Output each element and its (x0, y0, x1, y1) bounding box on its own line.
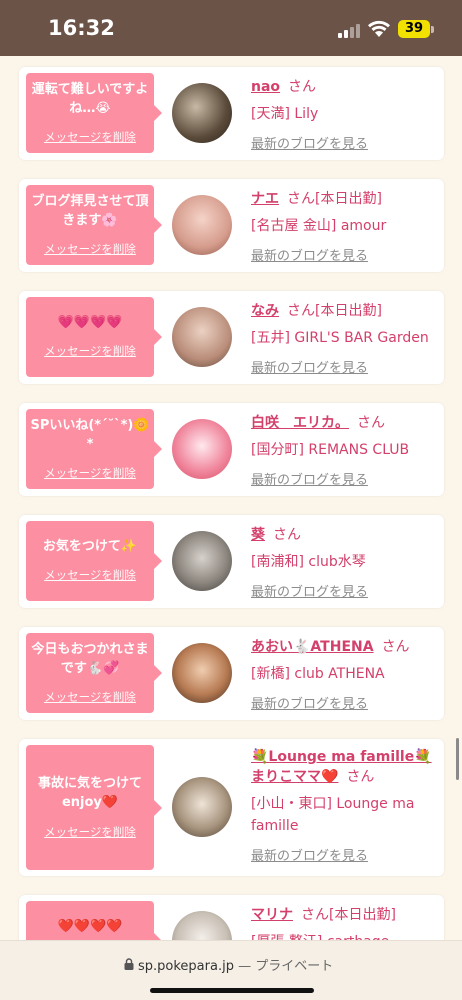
avatar[interactable] (172, 531, 232, 591)
delete-message-link[interactable]: メッセージを削除 (26, 567, 154, 583)
home-indicator[interactable] (150, 988, 314, 993)
browser-url-bar[interactable]: sp.pokepara.jp — プライベート (0, 940, 462, 1000)
message-bubble: ❤️❤️❤️❤️ メッセージを削除 (26, 901, 162, 940)
scrollbar[interactable] (456, 738, 459, 780)
message-bubble: 💗💗💗💗 メッセージを削除 (26, 297, 162, 377)
latest-blog-link[interactable]: 最新のブログを見る (251, 693, 441, 712)
shop-name: [五井] GIRL'S BAR Garden (251, 330, 429, 346)
profile-info: 葵さん [南浦和] club水琴 最新のブログを見る (251, 525, 441, 600)
shop-name: [厚張 整江] carthage (251, 931, 441, 940)
shop-name: [天満] Lily (251, 106, 319, 122)
profile-name-link[interactable]: 白咲 エリカ。 (251, 415, 349, 431)
delete-message-link[interactable]: メッセージを削除 (26, 241, 154, 257)
message-text: SPいいね(*´˘`*)🌼* (30, 418, 150, 452)
honorific: さん (287, 191, 315, 207)
url-text: sp.pokepara.jp — プライベート (138, 955, 333, 974)
shop-name: [国分町] REMANS CLUB (251, 442, 410, 458)
delete-message-link[interactable]: メッセージを削除 (26, 824, 154, 840)
message-bubble: 事故に気をつけてenjoy❤️ メッセージを削除 (26, 745, 162, 870)
avatar[interactable] (172, 307, 232, 367)
avatar[interactable] (172, 419, 232, 479)
private-mode-label: — プライベート (238, 959, 334, 974)
avatar[interactable] (172, 195, 232, 255)
profile-name-link[interactable]: nao (251, 79, 280, 95)
latest-blog-link[interactable]: 最新のブログを見る (251, 581, 441, 600)
message-card: 運転て難しいですよね…😭 メッセージを削除 nao さん [天満] Lily 最新… (19, 67, 444, 160)
message-text: 運転て難しいですよね…😭 (31, 82, 149, 116)
profile-info: ナエ さん[本日出勤] [名古屋 金山] amour 最新のブログを見る (251, 189, 441, 264)
message-bubble: SPいいね(*´˘`*)🌼* メッセージを削除 (26, 409, 162, 489)
shop-name: [南浦和] club水琴 (251, 554, 366, 570)
clock: 16:32 (48, 16, 115, 40)
avatar[interactable] (172, 83, 232, 143)
delete-message-link[interactable]: メッセージを削除 (26, 465, 154, 481)
profile-info: 白咲 エリカ。 さん [国分町] REMANS CLUB 最新のブログを見る (251, 413, 441, 488)
message-bubble: 運転て難しいですよね…😭 メッセージを削除 (26, 73, 162, 153)
honorific: さん (301, 907, 329, 923)
message-text: 今日もおつかれさまです🐇💞 (31, 642, 149, 676)
battery-tip (431, 26, 434, 33)
message-text: ブログ拝見させて頂きます🌸 (31, 194, 149, 228)
profile-info: あおい🐇ATHENA さん [新橋] club ATHENA 最新のブログを見る (251, 637, 441, 712)
wifi-icon (368, 20, 390, 37)
battery-icon: 39 (398, 20, 430, 38)
latest-blog-link[interactable]: 最新のブログを見る (251, 469, 441, 488)
url-domain: sp.pokepara.jp (138, 959, 234, 974)
attendance-badge: [本日出勤] (315, 191, 382, 207)
profile-name-link[interactable]: なみ (251, 303, 279, 319)
honorific: さん (288, 79, 317, 95)
avatar[interactable] (172, 777, 232, 837)
message-card: 事故に気をつけてenjoy❤️ メッセージを削除 💐Lounge ma fami… (19, 739, 444, 876)
delete-message-link[interactable]: メッセージを削除 (26, 343, 154, 359)
honorific: さん (273, 527, 301, 543)
profile-name-link[interactable]: マリナ (251, 907, 293, 923)
message-list[interactable]: 運転て難しいですよね…😭 メッセージを削除 nao さん [天満] Lily 最新… (0, 56, 462, 940)
message-card: お気をつけて✨ メッセージを削除 葵さん [南浦和] club水琴 最新のブログ… (19, 515, 444, 608)
profile-name-link[interactable]: 💐Lounge ma famille💐まりこママ❤️ (251, 749, 432, 785)
shop-name: [小山・東口] Lounge ma famille (251, 796, 415, 834)
latest-blog-link[interactable]: 最新のブログを見る (251, 845, 441, 864)
profile-name-link[interactable]: ナエ (251, 191, 279, 207)
message-card: ブログ拝見させて頂きます🌸 メッセージを削除 ナエ さん[本日出勤] [名古屋 金… (19, 179, 444, 272)
honorific: さん (346, 769, 375, 785)
profile-name-link[interactable]: あおい🐇ATHENA (251, 639, 374, 655)
latest-blog-link[interactable]: 最新のブログを見る (251, 357, 441, 376)
attendance-badge: [本日出勤] (329, 907, 396, 923)
honorific: さん (357, 415, 385, 431)
message-text: 事故に気をつけてenjoy❤️ (37, 776, 142, 810)
profile-info: 💐Lounge ma famille💐まりこママ❤️ さん [小山・東口] Lou… (251, 747, 441, 864)
delete-message-link[interactable]: メッセージを削除 (26, 129, 154, 145)
latest-blog-link[interactable]: 最新のブログを見る (251, 133, 441, 152)
profile-info: マリナさん[本日出勤] [厚張 整江] carthage 最新のブログを見る (251, 905, 441, 940)
attendance-badge: [本日出勤] (315, 303, 382, 319)
message-card: 今日もおつかれさまです🐇💞 メッセージを削除 あおい🐇ATHENA さん [新橋]… (19, 627, 444, 720)
message-bubble: ブログ拝見させて頂きます🌸 メッセージを削除 (26, 185, 162, 265)
lock-icon (124, 958, 134, 970)
avatar[interactable] (172, 643, 232, 703)
message-card: ❤️❤️❤️❤️ メッセージを削除 マリナさん[本日出勤] [厚張 整江] ca… (19, 895, 444, 940)
message-card: SPいいね(*´˘`*)🌼* メッセージを削除 白咲 エリカ。 さん [国分町] … (19, 403, 444, 496)
latest-blog-link[interactable]: 最新のブログを見る (251, 245, 441, 264)
profile-info: なみ さん[本日出勤] [五井] GIRL'S BAR Garden 最新のブログ… (251, 301, 441, 376)
shop-name: [新橋] club ATHENA (251, 666, 385, 682)
shop-name: [名古屋 金山] amour (251, 218, 387, 234)
message-bubble: 今日もおつかれさまです🐇💞 メッセージを削除 (26, 633, 162, 713)
profile-name-link[interactable]: 葵 (251, 527, 265, 543)
status-bar: 16:32 39 (0, 0, 462, 56)
honorific: さん (287, 303, 315, 319)
message-card: 💗💗💗💗 メッセージを削除 なみ さん[本日出勤] [五井] GIRL'S BAR… (19, 291, 444, 384)
cellular-signal-icon (338, 22, 362, 38)
honorific: さん (381, 639, 410, 655)
message-text: ❤️❤️❤️❤️ (57, 919, 123, 934)
message-text: 💗💗💗💗 (57, 315, 123, 330)
avatar[interactable] (172, 911, 232, 940)
profile-info: nao さん [天満] Lily 最新のブログを見る (251, 77, 441, 152)
message-bubble: お気をつけて✨ メッセージを削除 (26, 521, 162, 601)
message-text: お気をつけて✨ (42, 539, 138, 554)
delete-message-link[interactable]: メッセージを削除 (26, 689, 154, 705)
